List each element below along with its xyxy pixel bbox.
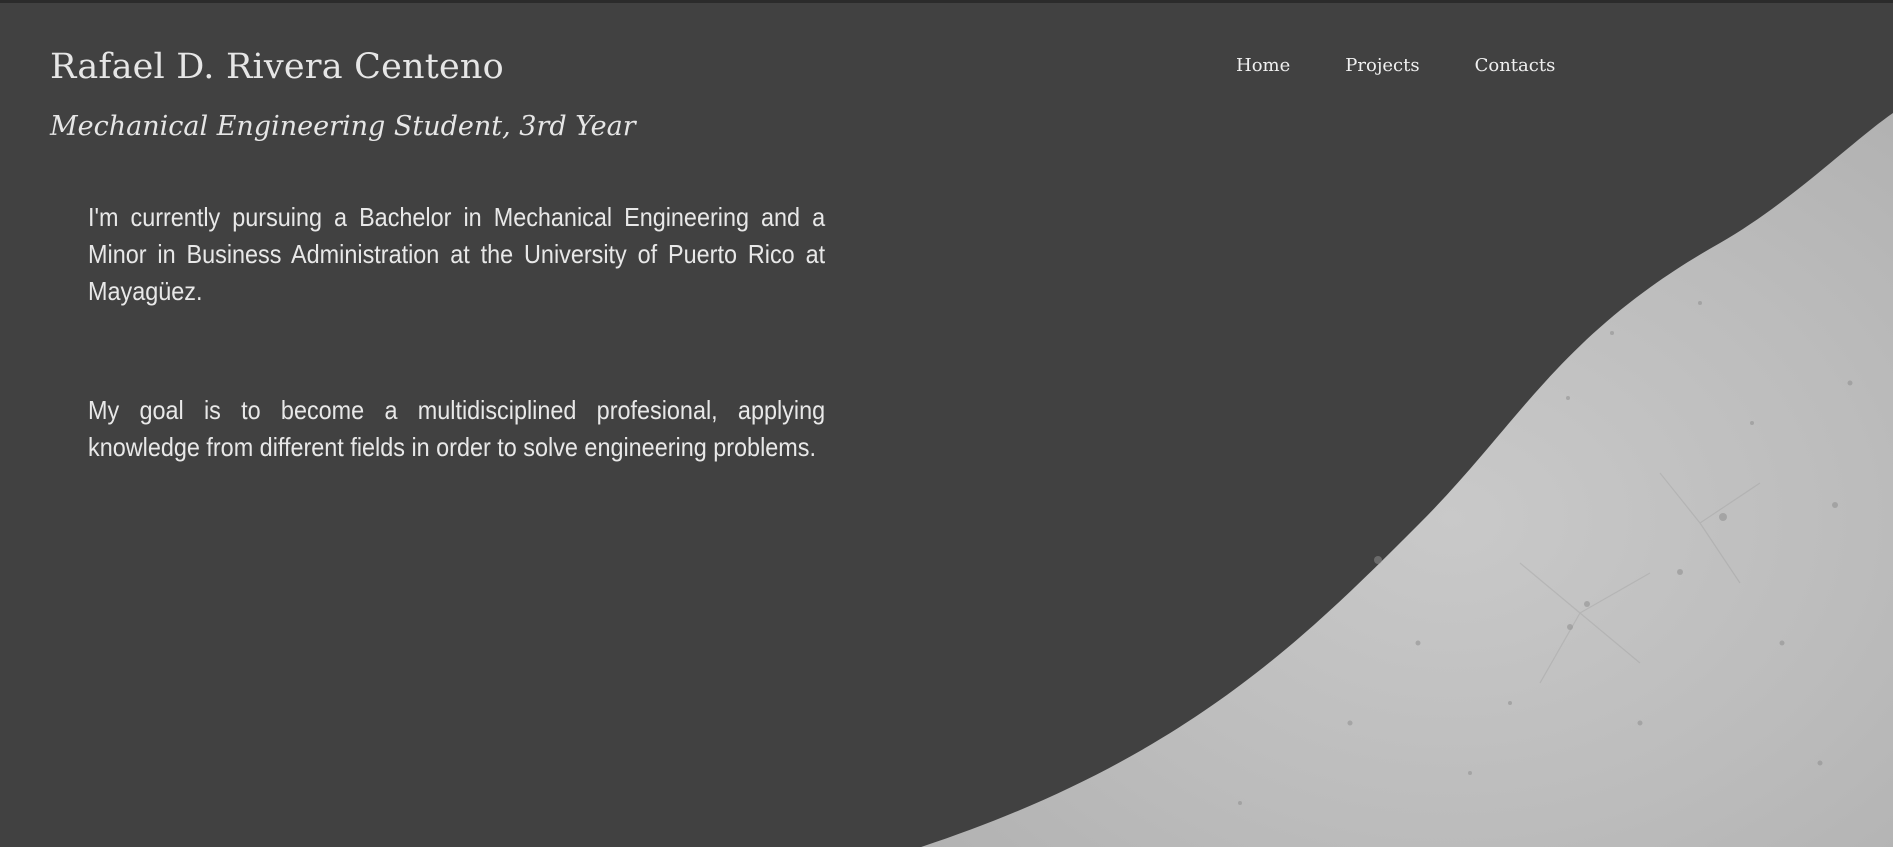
nav-home-link[interactable]: Home [1236,55,1290,76]
nav-contacts-link[interactable]: Contacts [1475,55,1556,76]
bio-paragraph-goal: My goal is to become a multidisciplined … [88,395,826,462]
nav-projects-link[interactable]: Projects [1345,55,1419,76]
bio-paragraph-education: I'm currently pursuing a Bachelor in Mec… [88,202,826,306]
bio-section: I'm currently pursuing a Bachelor in Mec… [88,199,825,548]
main-nav: Home Projects Contacts [1236,55,1555,76]
site-subtitle: Mechanical Engineering Student, 3rd Year [50,111,636,142]
site-title: Rafael D. Rivera Centeno [50,47,504,87]
page: Rafael D. Rivera Centeno Mechanical Engi… [0,0,1893,847]
